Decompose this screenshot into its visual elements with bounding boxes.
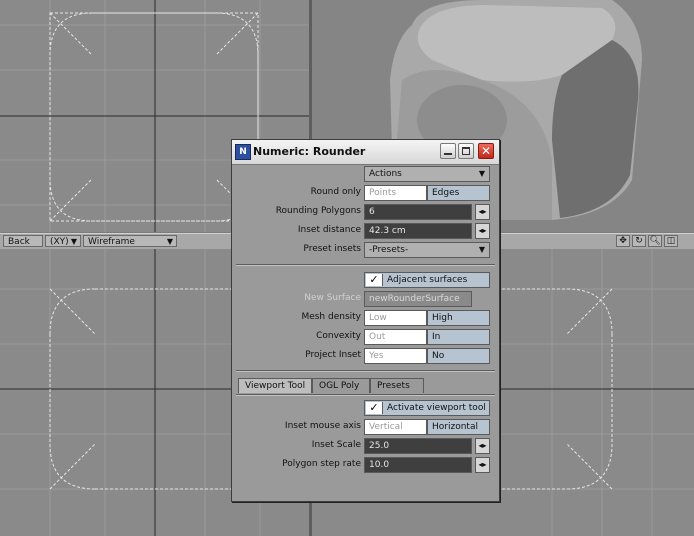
minimize-button[interactable] — [440, 143, 456, 159]
polygon-step-rate-label: Polygon step rate — [282, 459, 361, 469]
inset-distance-row: Inset distance 42.3 cm ◂▸ — [232, 223, 499, 240]
inset-mouse-axis-horizontal-option[interactable]: Horizontal — [427, 419, 490, 435]
section-divider — [236, 264, 495, 266]
new-surface-row: New Surface newRounderSurface — [232, 291, 499, 308]
polygon-step-rate-spinner[interactable]: ◂▸ — [475, 457, 490, 473]
inset-scale-input[interactable]: 25.0 — [364, 438, 472, 454]
section-divider — [236, 370, 495, 372]
polygon-step-rate-row: Polygon step rate 10.0 ◂▸ — [232, 457, 499, 474]
adjacent-surfaces-row: ✓ Adjacent surfaces — [232, 272, 499, 289]
inset-mouse-axis-row: Inset mouse axis Vertical Horizontal — [232, 419, 499, 436]
activate-viewport-tool-checkbox[interactable]: ✓ Activate viewport tool — [364, 400, 490, 416]
round-only-row: Round only Points Edges — [232, 185, 499, 202]
chevron-down-icon: ▼ — [478, 169, 485, 178]
minimize-icon — [444, 153, 452, 155]
preset-insets-row: Preset insets -Presets- ▼ — [232, 242, 499, 259]
actions-dropdown-label: Actions — [369, 169, 402, 179]
activate-viewport-tool-label: Activate viewport tool — [387, 403, 486, 413]
inset-distance-input[interactable]: 42.3 cm — [364, 223, 472, 239]
project-inset-yes-option[interactable]: Yes — [364, 348, 427, 364]
maximize-button[interactable] — [458, 143, 474, 159]
chevron-down-icon: ▼ — [70, 237, 77, 246]
axis-dropdown[interactable]: (XY) ▼ — [45, 235, 81, 247]
round-only-edges-option[interactable]: Edges — [427, 185, 490, 201]
actions-row: Actions ▼ — [232, 166, 499, 183]
inset-mouse-axis-label: Inset mouse axis — [284, 421, 361, 431]
inset-scale-spinner[interactable]: ◂▸ — [475, 438, 490, 454]
close-button[interactable]: ✕ — [478, 143, 494, 159]
numeric-rounder-dialog: N Numeric: Rounder ✕ Actions ▼ Round only… — [231, 139, 500, 502]
maximize-icon[interactable]: ◫ — [664, 235, 678, 247]
polygon-step-rate-input[interactable]: 10.0 — [364, 457, 472, 473]
tab-viewport-tool[interactable]: Viewport Tool — [238, 378, 312, 393]
new-surface-input[interactable]: newRounderSurface — [364, 291, 472, 307]
app-icon: N — [235, 144, 251, 160]
activate-viewport-tool-row: ✓ Activate viewport tool — [232, 400, 499, 417]
mesh-density-low-option[interactable]: Low — [364, 310, 427, 326]
convexity-row: Convexity Out In — [232, 329, 499, 346]
actions-dropdown[interactable]: Actions ▼ — [364, 166, 490, 182]
round-only-label: Round only — [310, 187, 361, 197]
convexity-label: Convexity — [316, 331, 361, 341]
inset-mouse-axis-vertical-option[interactable]: Vertical — [364, 419, 427, 435]
preset-insets-value: -Presets- — [369, 245, 409, 255]
move-icon[interactable]: ✥ — [616, 235, 630, 247]
zoom-icon[interactable]: 🔍︎ — [648, 235, 662, 247]
round-only-points-option[interactable]: Points — [364, 185, 427, 201]
tab-presets[interactable]: Presets — [370, 378, 424, 393]
new-surface-label: New Surface — [304, 293, 361, 303]
mesh-density-label: Mesh density — [301, 312, 361, 322]
dialog-title: Numeric: Rounder — [253, 145, 366, 158]
rounding-polygons-label: Rounding Polygons — [275, 206, 361, 216]
chevron-down-icon: ▼ — [478, 245, 485, 254]
maximize-icon — [462, 147, 470, 155]
mesh-density-high-option[interactable]: High — [427, 310, 490, 326]
render-mode-dropdown[interactable]: Wireframe ▼ — [83, 235, 177, 247]
checkmark-icon: ✓ — [366, 274, 383, 286]
mesh-density-row: Mesh density Low High — [232, 310, 499, 327]
inset-distance-label: Inset distance — [297, 225, 361, 235]
convexity-out-option[interactable]: Out — [364, 329, 427, 345]
project-inset-no-option[interactable]: No — [427, 348, 490, 364]
project-inset-label: Project Inset — [305, 350, 361, 360]
adjacent-surfaces-label: Adjacent surfaces — [387, 275, 468, 285]
inset-scale-label: Inset Scale — [311, 440, 361, 450]
axis-dropdown-label: (XY) — [50, 237, 69, 247]
convexity-in-option[interactable]: In — [427, 329, 490, 345]
project-inset-row: Project Inset Yes No — [232, 348, 499, 365]
view-back-button[interactable]: Back — [3, 235, 43, 247]
tab-underline — [236, 394, 495, 396]
inset-distance-spinner[interactable]: ◂▸ — [475, 223, 490, 239]
chevron-down-icon: ▼ — [166, 237, 173, 246]
rounding-polygons-spinner[interactable]: ◂▸ — [475, 204, 490, 220]
tab-ogl-poly[interactable]: OGL Poly — [312, 378, 370, 393]
preset-insets-dropdown[interactable]: -Presets- ▼ — [364, 242, 490, 258]
render-mode-label: Wireframe — [88, 237, 135, 247]
close-icon: ✕ — [480, 144, 492, 158]
adjacent-surfaces-checkbox[interactable]: ✓ Adjacent surfaces — [364, 272, 490, 288]
preset-insets-label: Preset insets — [303, 244, 361, 254]
inset-scale-row: Inset Scale 25.0 ◂▸ — [232, 438, 499, 455]
rounding-polygons-input[interactable]: 6 — [364, 204, 472, 220]
rotate-icon[interactable]: ↻ — [632, 235, 646, 247]
checkmark-icon: ✓ — [366, 402, 383, 414]
dialog-titlebar[interactable]: N Numeric: Rounder ✕ — [232, 140, 499, 165]
rounding-polygons-row: Rounding Polygons 6 ◂▸ — [232, 204, 499, 221]
